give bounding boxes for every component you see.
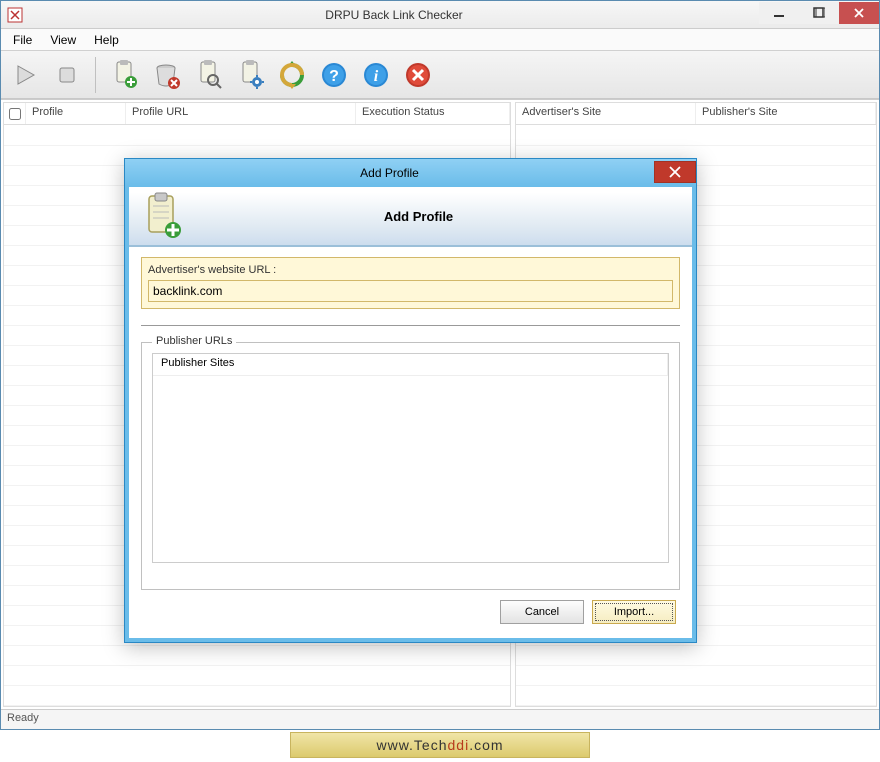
close-button[interactable] — [839, 2, 879, 24]
col-profile-url[interactable]: Profile URL — [126, 103, 356, 124]
toolbar-separator — [95, 57, 96, 93]
select-all-checkbox[interactable] — [4, 103, 26, 124]
menu-view[interactable]: View — [42, 31, 84, 49]
cancel-button[interactable]: Cancel — [500, 600, 584, 624]
menubar: File View Help — [1, 29, 879, 51]
divider — [141, 325, 680, 326]
delete-button[interactable] — [148, 57, 184, 93]
dialog-title: Add Profile — [125, 166, 654, 180]
clipboard-add-icon — [141, 192, 185, 240]
dialog-titlebar[interactable]: Add Profile — [125, 159, 696, 187]
menu-help[interactable]: Help — [86, 31, 127, 49]
svg-text:?: ? — [329, 68, 339, 85]
play-button[interactable] — [7, 57, 43, 93]
dialog-button-row: Cancel Import... — [141, 590, 680, 628]
add-profile-button[interactable] — [106, 57, 142, 93]
publisher-urls-fieldset: Publisher URLs Publisher Sites — [141, 342, 680, 590]
svg-text:i: i — [374, 68, 379, 85]
refresh-button[interactable] — [274, 57, 310, 93]
statusbar: Ready — [1, 709, 879, 729]
col-pub-site[interactable]: Publisher's Site — [696, 103, 876, 124]
settings-profile-button[interactable] — [232, 57, 268, 93]
info-button[interactable]: i — [358, 57, 394, 93]
toolbar: ? i — [1, 51, 879, 99]
import-button[interactable]: Import... — [592, 600, 676, 624]
window-title: DRPU Back Link Checker — [29, 8, 759, 22]
help-button[interactable]: ? — [316, 57, 352, 93]
search-profile-button[interactable] — [190, 57, 226, 93]
publisher-sites-list[interactable]: Publisher Sites — [152, 353, 669, 563]
left-column-headers: Profile Profile URL Execution Status — [4, 103, 510, 125]
advertiser-url-label: Advertiser's website URL : — [148, 264, 673, 276]
stop-button[interactable] — [49, 57, 85, 93]
publisher-urls-legend: Publisher URLs — [152, 335, 236, 347]
add-profile-dialog: Add Profile Add Profile Advertiser's web… — [124, 158, 697, 643]
col-exec-status[interactable]: Execution Status — [356, 103, 510, 124]
dialog-banner-title: Add Profile — [205, 209, 632, 224]
dialog-close-button[interactable] — [654, 161, 696, 183]
titlebar: DRPU Back Link Checker — [1, 1, 879, 29]
watermark: www.Techddi.com — [290, 732, 590, 758]
right-column-headers: Advertiser's Site Publisher's Site — [516, 103, 876, 125]
col-profile[interactable]: Profile — [26, 103, 126, 124]
col-adv-site[interactable]: Advertiser's Site — [516, 103, 696, 124]
app-icon — [7, 7, 23, 23]
publisher-sites-header[interactable]: Publisher Sites — [153, 354, 668, 375]
dialog-banner: Add Profile — [129, 187, 692, 247]
advertiser-url-group: Advertiser's website URL : — [141, 257, 680, 309]
menu-file[interactable]: File — [5, 31, 40, 49]
minimize-button[interactable] — [759, 2, 799, 24]
advertiser-url-input[interactable] — [148, 280, 673, 302]
maximize-button[interactable] — [799, 2, 839, 24]
exit-button[interactable] — [400, 57, 436, 93]
